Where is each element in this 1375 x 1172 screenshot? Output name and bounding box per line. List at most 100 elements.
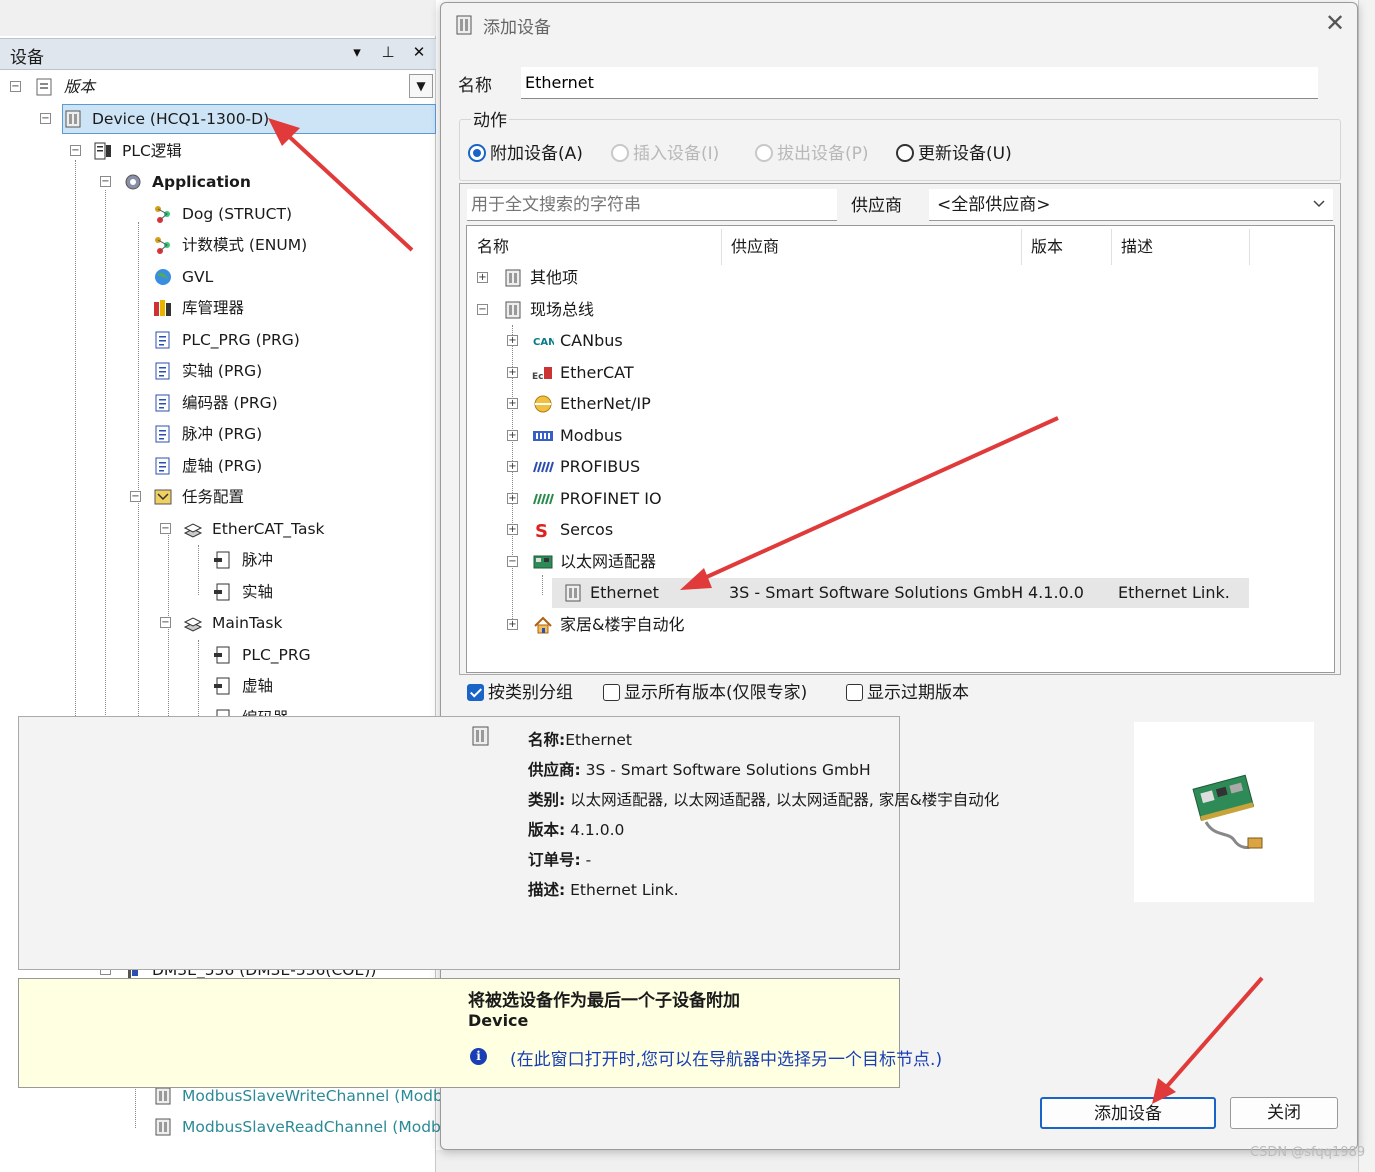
device-list-item[interactable]: + S Sercos	[0, 515, 1330, 545]
info-icon: i	[470, 1048, 487, 1065]
hint-panel	[18, 978, 900, 1088]
expand-icon[interactable]: +	[477, 272, 488, 283]
column-header-vendor[interactable]: 供应商	[731, 233, 779, 257]
svg-text:Ec: Ec	[532, 372, 543, 382]
device-list-item-version: 4.1.0.0	[1028, 583, 1084, 602]
close-icon[interactable]: ✕	[1321, 9, 1349, 37]
device-list-item-label: 其他项	[530, 268, 579, 287]
info-category: 类别: 以太网适配器, 以太网适配器, 以太网适配器, 家居&楼宇自动化	[528, 791, 1000, 809]
close-button[interactable]: 关闭	[1230, 1097, 1338, 1129]
tree-item[interactable]: PLC_PRG	[0, 640, 436, 670]
radio-icon	[755, 144, 773, 162]
expand-icon[interactable]: +	[507, 618, 518, 630]
device-panel-header: 设备 ▾ ⊥ ✕	[0, 38, 436, 70]
tree-item[interactable]: ModbusSlaveReadChannel (Modbus	[0, 1112, 459, 1142]
device-panel-title: 设备	[10, 48, 44, 68]
profibus-icon	[533, 461, 554, 473]
version-label: 版本	[64, 78, 96, 96]
call-icon	[214, 646, 230, 663]
struct-icon	[155, 205, 170, 223]
device-list-item[interactable]: − 以太网适配器	[0, 547, 1330, 577]
status-strip	[436, 1150, 1358, 1172]
tree-item[interactable]: − PLC逻辑	[0, 136, 436, 166]
chevron-down-icon[interactable]	[1311, 195, 1327, 211]
expand-icon[interactable]: +	[507, 366, 518, 378]
info-name: 名称:Ethernet	[528, 731, 632, 749]
add-device-button[interactable]: 添加设备	[1040, 1097, 1216, 1129]
sercos-icon: S	[535, 521, 548, 540]
hint-text: (在此窗口打开时,您可以在导航器中选择另一个目标节点.)	[510, 1050, 943, 1070]
radio-update-device[interactable]: 更新设备(U)	[896, 139, 1012, 164]
device-list-item[interactable]: + 其他项	[0, 263, 1330, 293]
radio-append-device[interactable]: 附加设备(A)	[468, 139, 583, 164]
radio-plug-device[interactable]: 拔出设备(P)	[755, 139, 869, 164]
collapse-icon[interactable]: −	[40, 113, 51, 124]
show-all-versions-checkbox[interactable]: 显示所有版本(仅限专家)	[603, 678, 807, 703]
radio-checked-icon	[468, 144, 486, 162]
profinet-icon	[533, 493, 554, 504]
column-header-version[interactable]: 版本	[1031, 233, 1063, 257]
panel-close-button[interactable]: ✕	[409, 43, 429, 61]
device-list-item-label: PROFIBUS	[560, 457, 641, 476]
device-list-item[interactable]: − 现场总线	[0, 295, 1330, 325]
column-header-name[interactable]: 名称	[477, 233, 509, 257]
expand-icon[interactable]: +	[507, 461, 518, 472]
version-dropdown-icon[interactable]: ▼	[409, 74, 433, 98]
device-list-item[interactable]: + CAN CANbus	[0, 326, 1330, 356]
version-icon	[36, 78, 52, 96]
tree-item[interactable]: − Device (HCQ1-1300-D)	[0, 104, 436, 134]
version-row[interactable]: − 版本	[0, 72, 436, 102]
device-list-item[interactable]: + PROFIBUS	[0, 452, 1330, 482]
collapse-icon[interactable]: −	[507, 555, 518, 567]
svg-text:CAN: CAN	[533, 337, 554, 348]
panel-pin-button[interactable]: ⊥	[378, 43, 398, 61]
info-vendor: 供应商: 3S - Smart Software Solutions GmbH	[528, 761, 871, 779]
collapse-icon[interactable]: −	[477, 303, 488, 315]
device-list-item[interactable]: Ethernet 3S - Smart Software Solutions Gm…	[0, 578, 1330, 608]
collapse-icon[interactable]: −	[10, 81, 21, 92]
name-input[interactable]	[521, 67, 1318, 99]
right-editor-edge	[1358, 0, 1375, 1172]
device-list-item[interactable]: + PROFINET IO	[0, 484, 1330, 514]
expand-icon[interactable]: +	[507, 398, 518, 409]
device-icon	[565, 584, 581, 602]
can-icon: CAN	[533, 337, 554, 348]
plc-logic-icon	[94, 142, 111, 159]
device-icon	[472, 726, 489, 746]
info-order-number: 订单号: -	[528, 851, 592, 869]
watermark: CSDN @sfqq1989	[1250, 1145, 1366, 1160]
tree-item[interactable]: − Application	[0, 167, 436, 197]
expand-icon[interactable]: +	[507, 335, 518, 346]
radio-label: 拔出设备(P)	[777, 144, 869, 164]
collapse-icon[interactable]: −	[100, 176, 111, 187]
radio-label: 插入设备(I)	[633, 144, 720, 164]
tree-item-label: 虚轴	[242, 677, 274, 695]
vendor-label: 供应商	[851, 196, 902, 216]
expand-icon[interactable]: +	[507, 524, 518, 535]
tree-item-label: PLC逻辑	[122, 141, 182, 160]
collapse-icon[interactable]: −	[70, 144, 81, 156]
device-list-item[interactable]: + EtherNet/IP	[0, 389, 1330, 419]
device-icon	[65, 110, 81, 128]
device-list-item[interactable]: + Ec EtherCAT	[0, 358, 1330, 388]
group-by-category-checkbox[interactable]: 按类别分组	[467, 678, 573, 703]
tree-item-label: 计数模式 (ENUM)	[182, 236, 308, 254]
tree-item[interactable]: Dog (STRUCT)	[0, 199, 436, 229]
device-list-item-label: 以太网适配器	[560, 551, 657, 571]
panel-menu-button[interactable]: ▾	[347, 43, 367, 61]
device-list-item[interactable]: + Modbus	[0, 421, 1330, 451]
enum-icon	[155, 237, 170, 254]
expand-icon[interactable]: +	[507, 492, 518, 504]
radio-insert-device[interactable]: 插入设备(I)	[611, 139, 719, 164]
tree-item[interactable]: 虚轴	[0, 671, 436, 701]
device-list-item[interactable]: + 家居&楼宇自动化	[0, 610, 1330, 640]
radio-icon	[611, 144, 629, 162]
show-outdated-versions-checkbox[interactable]: 显示过期版本	[846, 678, 969, 703]
search-input[interactable]	[467, 189, 837, 221]
device-list-item-label: 家居&楼宇自动化	[560, 614, 685, 634]
ethercat-icon: Ec	[532, 366, 552, 382]
tree-item[interactable]: 计数模式 (ENUM)	[0, 230, 436, 260]
column-header-description[interactable]: 描述	[1121, 233, 1153, 257]
vendor-select[interactable]: <全部供应商>	[929, 189, 1333, 221]
expand-icon[interactable]: +	[507, 429, 518, 441]
